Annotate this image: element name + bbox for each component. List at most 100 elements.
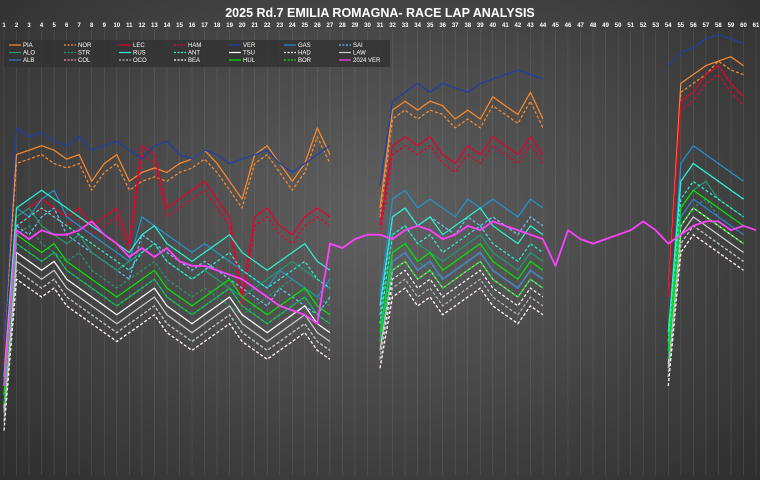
x-tick-label: 48 [590,23,597,29]
legend-label: ALB [23,58,34,64]
x-tick-label: 28 [339,23,346,29]
x-tick-label: 35 [427,23,434,29]
x-tick-label: 13 [151,23,158,29]
legend-label: VER [243,43,256,49]
x-tick-label: 49 [602,23,609,29]
x-tick-label: 50 [615,23,622,29]
x-tick-label: 16 [189,23,196,29]
legend-label: HAD [298,51,311,57]
x-tick-label: 45 [552,23,559,29]
x-tick-label: 29 [352,23,359,29]
legend-label: RUS [133,51,146,57]
x-tick-label: 17 [201,23,208,29]
x-tick-label: 33 [402,23,409,29]
x-tick-label: 26 [314,23,321,29]
x-tick-label: 2 [15,23,19,29]
x-tick-label: 6 [65,23,69,29]
legend-label: SAI [353,43,363,49]
series-line-ant [3,180,744,387]
x-tick-label: 8 [90,23,94,29]
x-tick-label: 59 [728,23,735,29]
legend-label: PIA [23,43,33,49]
legend-label: COL [78,58,91,64]
series-line-bor [3,207,744,404]
x-tick-label: 21 [251,23,258,29]
x-tick-label: 44 [540,23,547,29]
x-tick-label: 15 [176,23,183,29]
series-line-law [3,216,744,413]
legend-label: GAS [298,43,311,49]
series-line-sai [3,162,744,395]
legend-label: STR [78,51,91,57]
x-tick-label: 36 [439,23,446,29]
x-tick-label: 27 [327,23,334,29]
x-tick-label: 42 [515,23,522,29]
series-line-tsu [3,207,744,409]
legend-label: 2024 VER [353,58,381,64]
legend-label: LAW [353,51,366,57]
series-line-ham [3,73,744,364]
x-tick-label: 14 [164,23,171,29]
series-line-alo [3,180,744,387]
x-tick-label: 57 [703,23,710,29]
x-tick-label: 32 [389,23,396,29]
x-tick-label: 56 [690,23,697,29]
x-tick-label: 22 [264,23,271,29]
legend-label: LEC [133,43,145,49]
x-tick-label: 54 [665,23,672,29]
series-line-hul [3,189,744,395]
x-tick-label: 37 [452,23,459,29]
x-tick-label: 5 [52,23,56,29]
legend-label: TSU [243,51,255,57]
x-tick-label: 40 [489,23,496,29]
x-tick-label: 11 [126,23,133,29]
series-line-gas [3,145,744,387]
chart-title: 2025 Rd.7 EMILIA ROMAGNA- RACE LAP ANALY… [225,6,535,20]
series-line-nor [3,60,744,342]
legend-label: OCO [133,58,147,64]
x-tick-label: 23 [276,23,283,29]
legend-label: BEA [188,58,200,64]
x-tick-label: 34 [414,23,421,29]
x-tick-label: 58 [715,23,722,29]
legend-label: ANT [188,51,200,57]
x-tick-label: 9 [103,23,107,29]
x-tick-label: 61 [753,23,760,29]
legend-label: ALO [23,51,35,57]
legend-label: HAM [188,43,201,49]
x-tick-label: 25 [301,23,308,29]
legend-label: BOR [298,58,312,64]
x-tick-label: 51 [627,23,634,29]
x-tick-label: 10 [113,23,120,29]
series-line-rus [3,162,744,378]
x-tick-label: 38 [464,23,471,29]
x-tick-label: 4 [40,23,44,29]
series-line-lec [3,65,744,364]
legend-label: HUL [243,58,256,64]
x-tick-label: 30 [364,23,371,29]
x-tick-label: 43 [527,23,534,29]
series-line-col [3,234,744,431]
x-tick-label: 52 [640,23,647,29]
x-tick-label: 20 [239,23,246,29]
x-tick-label: 53 [652,23,659,29]
x-tick-label: 24 [289,23,296,29]
x-tick-label: 46 [565,23,572,29]
legend: PIA NOR LEC HAM VER GAS SAI ALO STR RUS ANT TSU HAD L… [4,40,390,67]
x-tick-label: 1 [2,23,6,29]
series-line-pia [3,56,744,342]
x-tick-labels: 1 2 3 4 5 6 7 8 9 10 11 12 13 14 15 16 17 18 19 20 21 22 23 24 2… [2,23,760,29]
x-tick-label: 7 [78,23,82,29]
x-tick-label: 39 [477,23,484,29]
x-tick-label: 31 [377,23,384,29]
series-line-bea [3,234,744,431]
x-tick-label: 55 [677,23,684,29]
x-tick-label: 12 [139,23,146,29]
series-line-oco [3,225,744,422]
lap-chart: 2025 Rd.7 EMILIA ROMAGNA- RACE LAP ANALY… [2,6,760,475]
legend-label: NOR [78,43,92,49]
x-tick-label: 3 [27,23,31,29]
x-tick-label: 47 [577,23,584,29]
x-tick-label: 60 [740,23,747,29]
x-tick-label: 18 [214,23,221,29]
